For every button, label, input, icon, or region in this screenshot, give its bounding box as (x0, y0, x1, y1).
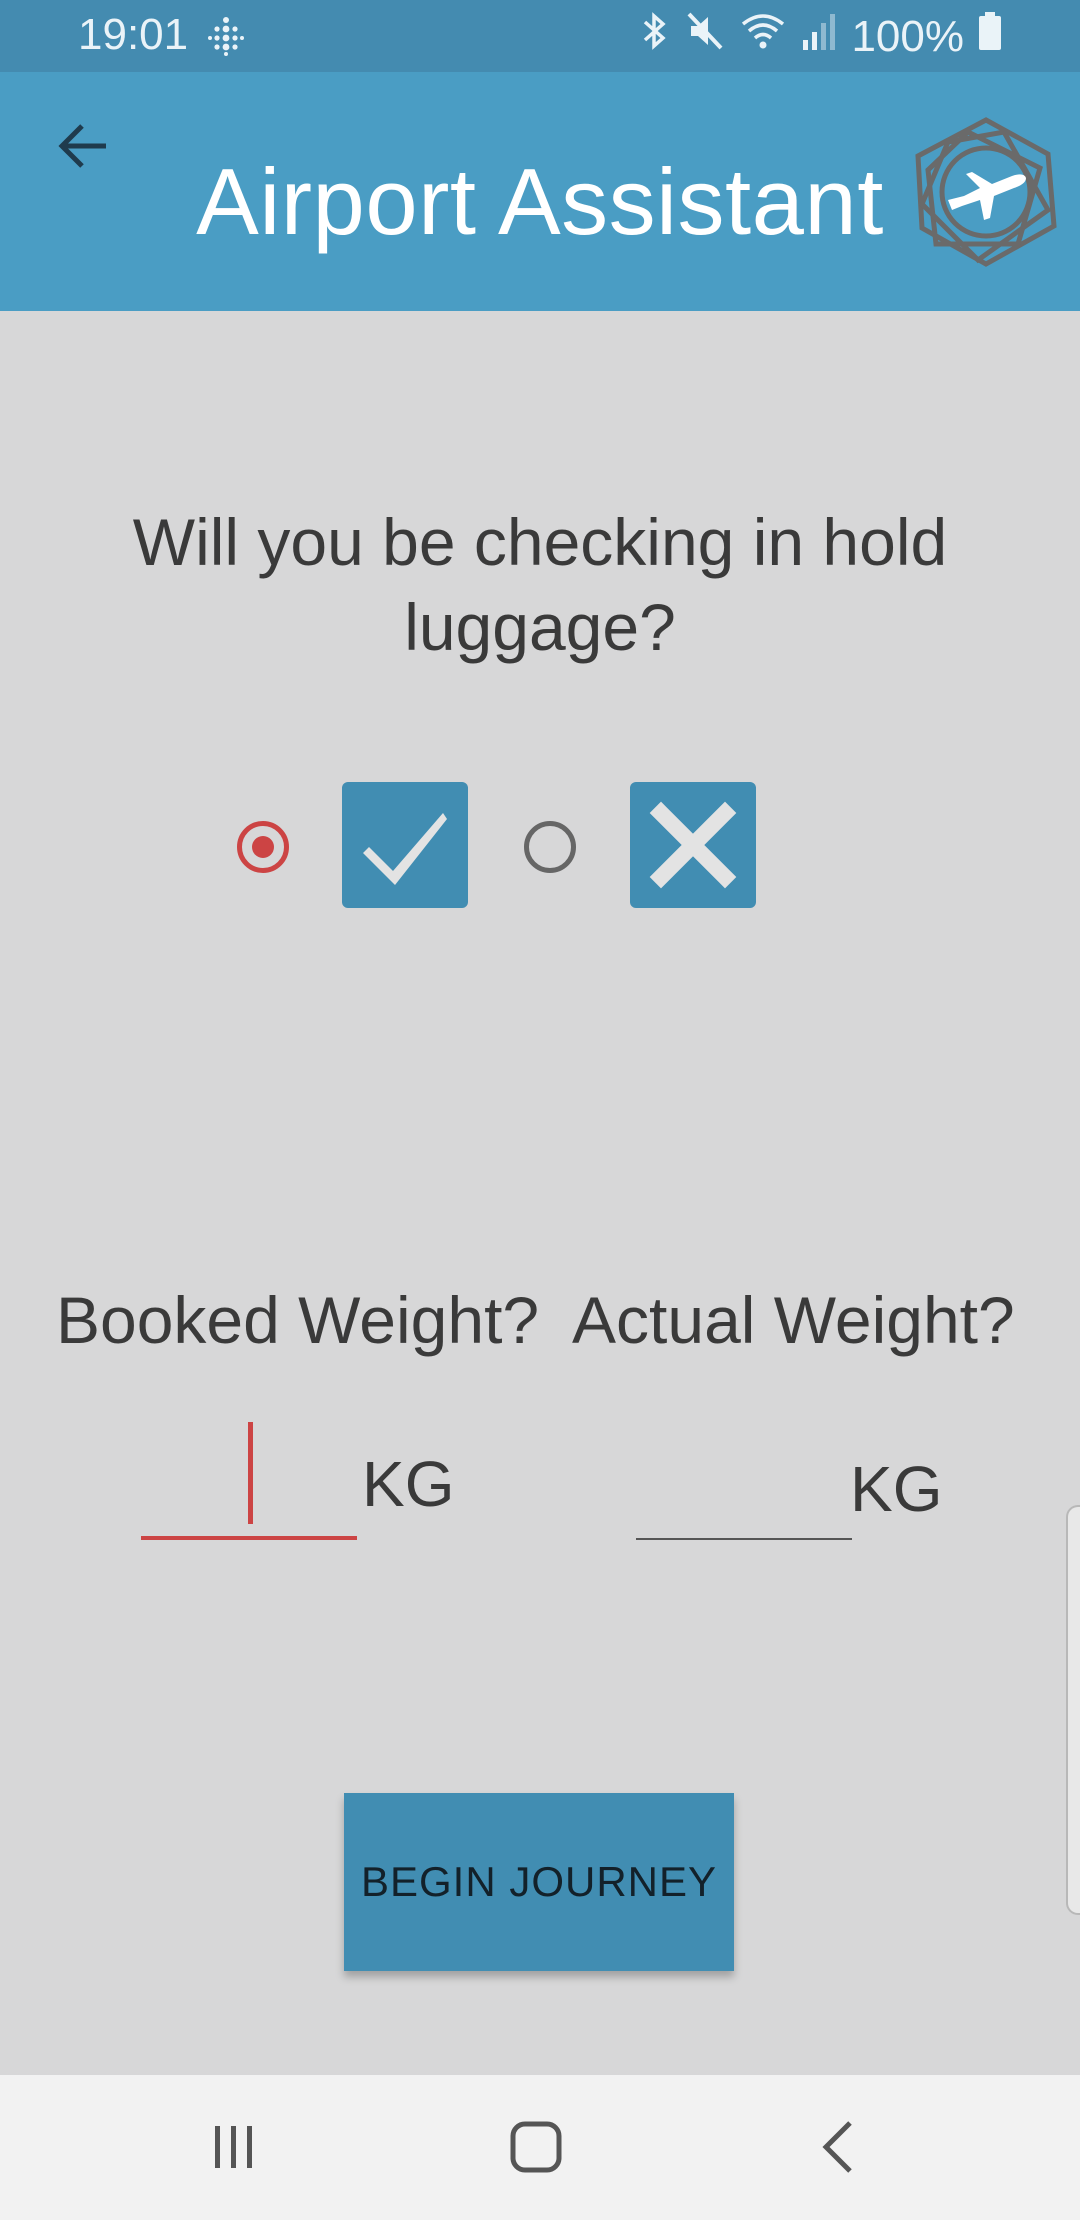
booked-weight-unit: KG (362, 1448, 455, 1520)
chevron-left-icon (822, 2121, 852, 2173)
bluetooth-icon (637, 10, 671, 63)
actual-weight-input[interactable] (636, 1430, 852, 1540)
booked-weight-label: Booked Weight? (56, 1283, 540, 1357)
fitbit-icon (208, 16, 244, 67)
no-tile[interactable] (630, 782, 756, 908)
status-time: 19:01 (78, 10, 189, 59)
home-button[interactable] (496, 2107, 576, 2187)
mute-icon (685, 10, 725, 63)
app-bar: Airport Assistant (0, 72, 1080, 311)
actual-weight-label: Actual Weight? (572, 1283, 1015, 1357)
battery-percent: 100% (851, 11, 964, 61)
yes-tile[interactable] (342, 782, 468, 908)
hold-luggage-question: Will you be checking in hold luggage? (132, 505, 948, 664)
battery-icon (978, 10, 1002, 63)
radio-no[interactable] (524, 821, 576, 873)
checkmark-icon (363, 813, 447, 885)
wifi-icon (739, 10, 787, 63)
cross-icon (649, 801, 737, 889)
airplane-logo-icon (908, 114, 1064, 270)
recents-button[interactable] (194, 2107, 274, 2187)
edge-panel-handle[interactable] (1066, 1505, 1080, 1915)
nav-back-button[interactable] (798, 2107, 878, 2187)
home-icon (510, 2121, 562, 2173)
system-nav-bar (0, 2075, 1080, 2220)
recents-icon (215, 2126, 252, 2168)
signal-icon (801, 10, 837, 63)
begin-journey-button[interactable]: BEGIN JOURNEY (344, 1793, 734, 1971)
status-bar: 19:01 100% (0, 0, 1080, 72)
radio-yes[interactable] (237, 821, 289, 873)
text-cursor (248, 1422, 253, 1524)
actual-weight-unit: KG (850, 1453, 943, 1525)
status-icons: 100% (637, 10, 1002, 63)
